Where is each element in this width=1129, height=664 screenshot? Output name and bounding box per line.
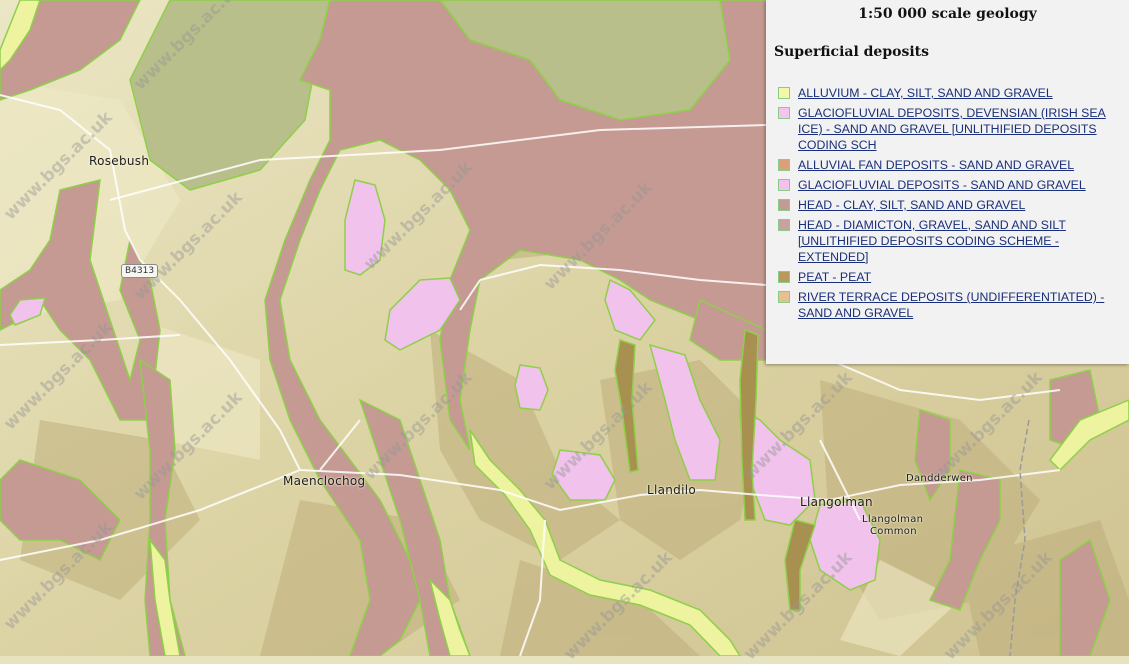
swatch-icon	[778, 291, 790, 303]
legend-link[interactable]: PEAT - PEAT	[798, 269, 1123, 285]
legend-link[interactable]: GLACIOFLUVIAL DEPOSITS - SAND AND GRAVEL	[798, 177, 1123, 193]
legend-item: HEAD - DIAMICTON, GRAVEL, SAND AND SILT …	[778, 217, 1123, 265]
swatch-icon	[778, 199, 790, 211]
legend-link[interactable]: ALLUVIUM - CLAY, SILT, SAND AND GRAVEL	[798, 85, 1123, 101]
swatch-icon	[778, 159, 790, 171]
legend-section-heading: Superficial deposits	[774, 44, 930, 60]
place-label-llangolman-common: Common	[870, 526, 917, 537]
legend-item: ALLUVIUM - CLAY, SILT, SAND AND GRAVEL	[778, 85, 1123, 101]
swatch-icon	[778, 219, 790, 231]
legend-link[interactable]: GLACIOFLUVIAL DEPOSITS, DEVENSIAN (IRISH…	[798, 105, 1123, 153]
place-label-rosebush: Rosebush	[89, 154, 150, 168]
legend-item: ALLUVIAL FAN DEPOSITS - SAND AND GRAVEL	[778, 157, 1123, 173]
legend-link[interactable]: RIVER TERRACE DEPOSITS (UNDIFFERENTIATED…	[798, 289, 1123, 321]
swatch-icon	[778, 179, 790, 191]
legend-link[interactable]: HEAD - CLAY, SILT, SAND AND GRAVEL	[798, 197, 1123, 213]
legend-item: PEAT - PEAT	[778, 269, 1123, 285]
place-label-llangolman-common: Llangolman	[862, 514, 924, 525]
legend-item: HEAD - CLAY, SILT, SAND AND GRAVEL	[778, 197, 1123, 213]
place-label-llangolman: Llangolman	[800, 495, 873, 509]
legend-link[interactable]: ALLUVIAL FAN DEPOSITS - SAND AND GRAVEL	[798, 157, 1123, 173]
legend-title: 1:50 000 scale geology	[858, 6, 1037, 22]
legend-item: RIVER TERRACE DEPOSITS (UNDIFFERENTIATED…	[778, 289, 1123, 321]
swatch-icon	[778, 107, 790, 119]
place-label-maenclochog: Maenclochog	[283, 474, 366, 488]
legend-item: GLACIOFLUVIAL DEPOSITS, DEVENSIAN (IRISH…	[778, 105, 1123, 153]
swatch-icon	[778, 271, 790, 283]
legend-item: GLACIOFLUVIAL DEPOSITS - SAND AND GRAVEL	[778, 177, 1123, 193]
place-label-llandilo: Llandilo	[647, 483, 697, 497]
road-badge-b4313: B4313	[121, 264, 159, 278]
legend-panel: 1:50 000 scale geology Superficial depos…	[766, 0, 1129, 364]
swatch-icon	[778, 87, 790, 99]
legend-link[interactable]: HEAD - DIAMICTON, GRAVEL, SAND AND SILT …	[798, 217, 1123, 265]
legend-list: ALLUVIUM - CLAY, SILT, SAND AND GRAVEL G…	[778, 85, 1123, 325]
place-label-dandderwen: Dandderwen	[906, 473, 973, 484]
